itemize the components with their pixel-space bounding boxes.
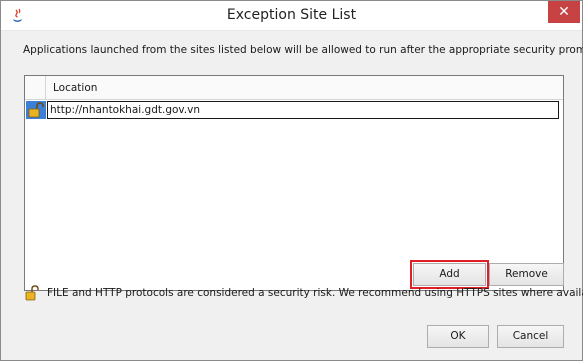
table-header: Location — [25, 76, 563, 100]
ok-button[interactable]: OK — [427, 325, 489, 348]
window-title: Exception Site List — [226, 7, 357, 23]
cancel-button[interactable]: Cancel — [497, 325, 564, 348]
close-button[interactable]: ✕ — [548, 1, 580, 23]
location-input[interactable] — [47, 101, 559, 119]
site-list-table[interactable]: Location — [24, 75, 564, 291]
column-header-location[interactable]: Location — [53, 82, 97, 94]
unlocked-padlock-icon — [25, 285, 39, 301]
title-bar[interactable]: Exception Site List ✕ — [1, 1, 582, 31]
close-icon: ✕ — [558, 4, 570, 20]
dialog-content: Applications launched from the sites lis… — [7, 31, 583, 356]
exception-site-list-dialog: Exception Site List ✕ Applications launc… — [0, 0, 583, 361]
header-gutter — [25, 76, 46, 100]
warning-text: FILE and HTTP protocols are considered a… — [47, 287, 583, 299]
table-row[interactable] — [25, 100, 563, 120]
intro-text: Applications launched from the sites lis… — [23, 44, 583, 56]
remove-button[interactable]: Remove — [489, 263, 564, 286]
highlight-box — [410, 260, 489, 289]
unlocked-padlock-icon — [26, 101, 46, 119]
